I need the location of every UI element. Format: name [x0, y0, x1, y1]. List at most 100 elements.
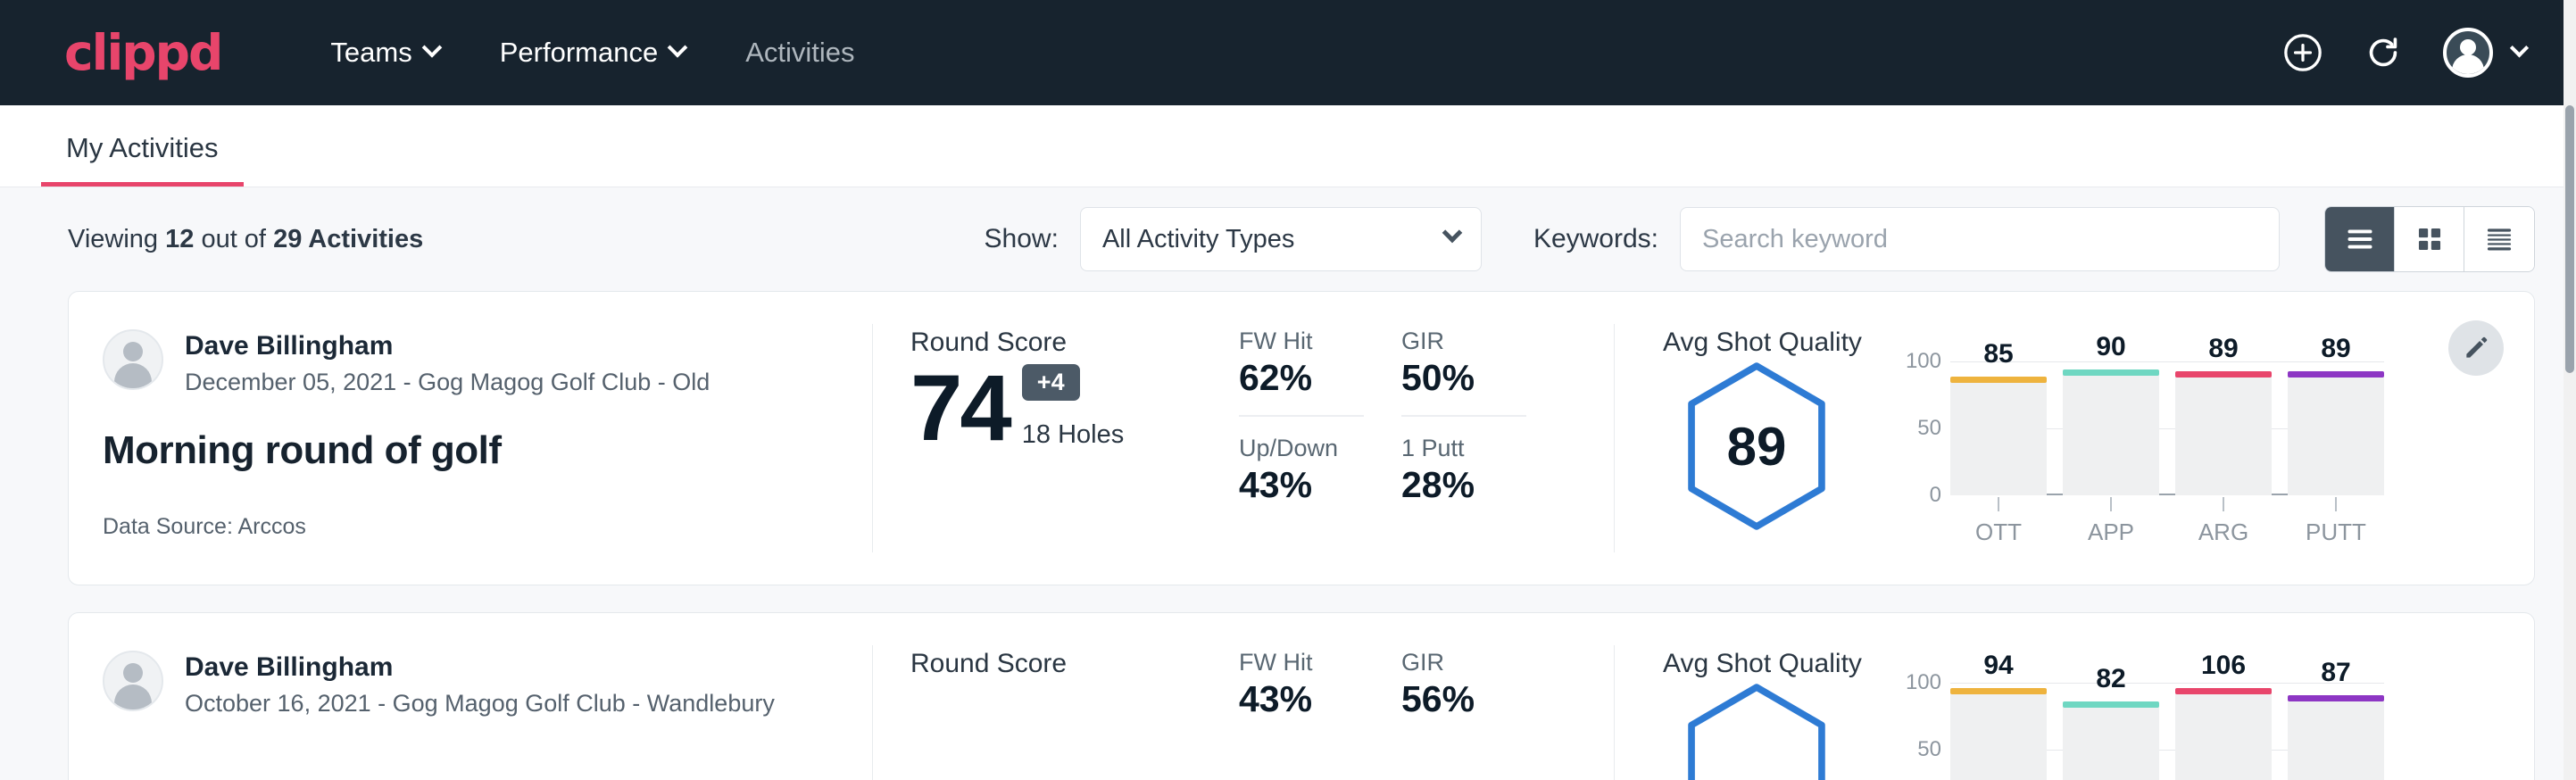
main-nav: Teams Performance Activities [300, 37, 885, 69]
chart-bar-cap [2288, 371, 2384, 378]
chart-plot-area: 85908989 [1950, 361, 2384, 495]
avg-shot-quality-value: 89 [1681, 361, 1832, 531]
chart-x-tick-mark [1998, 497, 1999, 511]
activity-card[interactable]: Dave Billingham December 05, 2021 - Gog … [68, 291, 2535, 585]
nav-item-label: Activities [745, 37, 854, 69]
refresh-icon [2363, 32, 2404, 73]
chart-bar-value-label: 87 [2288, 658, 2384, 688]
chart-x-axis: OTT APP ARG PUTT [1950, 497, 2384, 546]
chart-bar-cap [2175, 688, 2272, 694]
round-score-section: Round Score [873, 613, 1230, 780]
stat-group-right: GIR 56% [1401, 649, 1564, 780]
activity-list: Dave Billingham December 05, 2021 - Gog … [0, 291, 2576, 780]
round-score-label: Round Score [910, 328, 1230, 358]
activity-author: Dave Billingham December 05, 2021 - Gog … [103, 329, 872, 396]
avg-shot-quality-value [1681, 683, 1832, 780]
chart-bar [2175, 377, 2272, 496]
nav-item-teams[interactable]: Teams [300, 37, 469, 69]
chart-bar [2063, 375, 2159, 495]
chart-x-tick: ARG [2175, 497, 2272, 546]
hexagon-score: 89 [1663, 361, 1850, 531]
chart-plot-area: 948210687 [1950, 683, 2384, 780]
chart-y-tick-label: 50 [1917, 737, 1941, 762]
page-scrollbar[interactable] [2564, 0, 2576, 780]
activity-author: Dave Billingham October 16, 2021 - Gog M… [103, 651, 872, 718]
chart-bar-cell: 85 [1950, 361, 2047, 495]
shot-quality-chart: 050100 948210687 OTTAPPARGPUTT [1884, 683, 2384, 780]
avatar-icon [103, 329, 163, 390]
scrollbar-thumb[interactable] [2565, 105, 2574, 373]
nav-item-activities[interactable]: Activities [715, 37, 885, 69]
chart-y-axis: 050100 [1884, 361, 1941, 495]
activity-meta: October 16, 2021 - Gog Magog Golf Club -… [185, 690, 775, 718]
compact-list-icon [2483, 225, 2515, 253]
chart-bar-cell: 106 [2175, 683, 2272, 780]
chart-x-tick-label: PUTT [2288, 519, 2384, 546]
chart-bar-cap [2175, 371, 2272, 378]
avg-shot-quality-section: Avg Shot Quality 050100 948210687 OTTAPP… [1615, 613, 2534, 780]
chart-x-tick-label: OTT [1950, 519, 2047, 546]
stat-group-left: FW Hit 43% [1239, 649, 1401, 780]
chart-bar [2288, 701, 2384, 780]
chart-bar [1950, 382, 2047, 496]
stat-value: 43% [1239, 464, 1401, 506]
search-input[interactable] [1680, 207, 2280, 271]
nav-item-performance[interactable]: Performance [469, 37, 715, 69]
filter-bar: Viewing 12 out of 29 Activities Show: Al… [0, 187, 2576, 291]
nav-item-label: Teams [330, 37, 411, 69]
chart-bars: 85908989 [1950, 361, 2384, 495]
round-stats-section: FW Hit 62% Up/Down 43% GIR 50% 1 Putt 28… [1230, 292, 1614, 585]
holes-label: 18 Holes [1022, 420, 1124, 450]
activity-summary: Dave Billingham October 16, 2021 - Gog M… [69, 613, 872, 780]
stat-value: 28% [1401, 464, 1564, 506]
chart-bar [2063, 707, 2159, 780]
grid-view-button[interactable] [2395, 207, 2464, 271]
chart-bar-value-label: 94 [1950, 651, 2047, 681]
chart-x-tick-mark [2223, 497, 2224, 511]
edit-activity-button[interactable] [2448, 320, 2504, 376]
stat-value: 62% [1239, 357, 1401, 399]
stat-label: GIR [1401, 328, 1564, 355]
chart-bar [2288, 377, 2384, 496]
user-menu-button[interactable] [2443, 28, 2526, 78]
plus-circle-icon [2282, 32, 2323, 73]
top-bar-actions [2282, 28, 2526, 78]
chart-bar-value-label: 106 [2175, 651, 2272, 681]
stat-label: FW Hit [1239, 328, 1401, 355]
chart-x-tick-mark [2335, 497, 2337, 511]
clippd-logo[interactable]: clippd [64, 29, 221, 78]
stat-group-left: FW Hit 62% Up/Down 43% [1239, 328, 1401, 585]
keywords-label: Keywords: [1533, 224, 1658, 254]
chart-bar-cap [2288, 695, 2384, 701]
tab-my-activities[interactable]: My Activities [41, 132, 244, 187]
stat-divider [1401, 415, 1526, 417]
chart-bar-value-label: 90 [2063, 332, 2159, 362]
pencil-icon [2462, 334, 2490, 362]
activity-meta: December 05, 2021 - Gog Magog Golf Club … [185, 369, 710, 396]
list-view-button[interactable] [2325, 207, 2395, 271]
avg-shot-quality-body: 89 050100 85908989 OTTAPPARGPUTT [1663, 361, 2534, 540]
avatar-icon [103, 651, 163, 711]
nav-item-label: Performance [500, 37, 658, 69]
compact-view-button[interactable] [2464, 207, 2534, 271]
chevron-down-icon [421, 37, 442, 58]
chart-bar [2175, 693, 2272, 780]
chart-x-tick: APP [2063, 497, 2159, 546]
chart-x-tick: OTT [1950, 497, 2047, 546]
chart-x-tick: PUTT [2288, 497, 2384, 546]
list-icon [2344, 226, 2376, 253]
round-stats-section: FW Hit 43% GIR 56% [1230, 613, 1614, 780]
chart-bar-value-label: 89 [2175, 334, 2272, 364]
add-button[interactable] [2282, 32, 2323, 73]
refresh-button[interactable] [2363, 32, 2404, 73]
activity-title: Morning round of golf [103, 428, 872, 473]
chart-y-tick-label: 0 [1930, 483, 1941, 508]
author-name: Dave Billingham [185, 329, 710, 363]
viewing-prefix: Viewing [68, 225, 158, 253]
stat-label: GIR [1401, 649, 1564, 676]
activity-type-select[interactable]: All Activity Types [1080, 207, 1482, 271]
chart-bar-cell: 94 [1950, 683, 2047, 780]
activity-card[interactable]: Dave Billingham October 16, 2021 - Gog M… [68, 612, 2535, 780]
show-label: Show: [985, 224, 1059, 254]
chart-bar-cap [2063, 701, 2159, 708]
